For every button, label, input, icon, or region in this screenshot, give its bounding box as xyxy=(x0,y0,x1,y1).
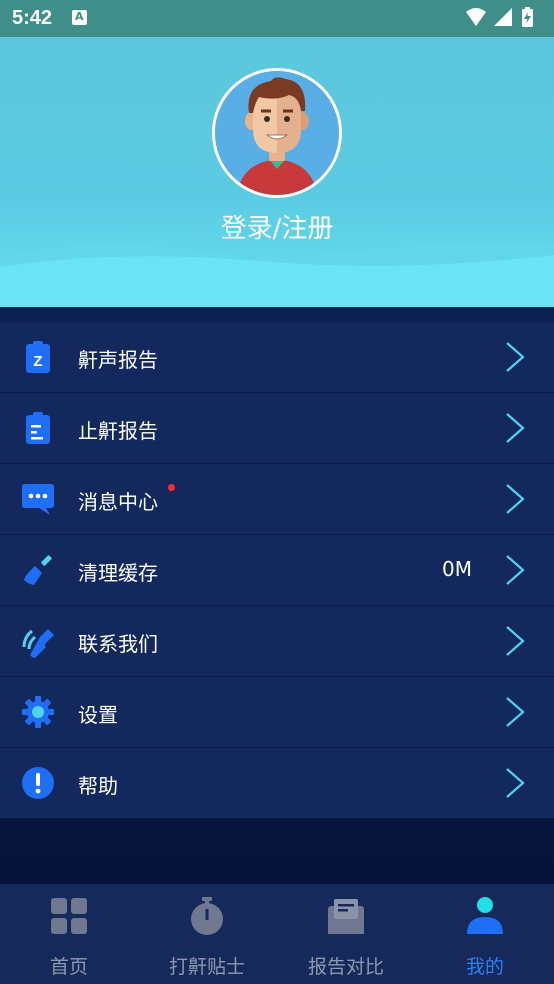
menu-item-label: 止鼾报告 xyxy=(78,419,158,443)
tab-snore-tips[interactable]: 打鼾贴士 xyxy=(138,884,276,984)
menu-item-settings[interactable]: 设置 xyxy=(0,677,554,748)
avatar-illustration xyxy=(215,71,339,195)
signal-icon xyxy=(494,8,512,26)
avatar[interactable] xyxy=(212,68,342,198)
chevron-right-icon xyxy=(506,697,525,727)
system-icons xyxy=(464,6,544,34)
notification-a-icon xyxy=(72,10,87,25)
broom-icon xyxy=(24,555,52,585)
help-icon xyxy=(22,767,54,799)
tab-home[interactable]: 首页 xyxy=(0,884,138,984)
menu-item-clear-cache[interactable]: 清理缓存 0M xyxy=(0,535,554,606)
menu-item-stop-snore-report[interactable]: 止鼾报告 xyxy=(0,393,554,464)
settings-menu: Z 鼾声报告 止鼾报告 消息中心 清理缓存 0M 联系我们 设置 帮助 xyxy=(0,322,554,819)
gear-icon xyxy=(22,696,54,728)
message-icon xyxy=(22,484,54,515)
grid-icon xyxy=(51,898,87,934)
menu-item-snore-report[interactable]: Z 鼾声报告 xyxy=(0,322,554,393)
tab-label: 打鼾贴士 xyxy=(168,956,245,978)
svg-text:Z: Z xyxy=(33,353,42,370)
unread-badge xyxy=(168,484,175,491)
chevron-right-icon xyxy=(506,626,525,656)
profile-header: 登录/注册 xyxy=(0,37,554,307)
battery-icon xyxy=(522,7,533,27)
chevron-right-icon xyxy=(506,342,525,372)
status-time: 5:42 xyxy=(12,7,53,29)
bottom-navigation: 首页 打鼾贴士 报告对比 我的 xyxy=(0,884,554,984)
menu-item-label: 清理缓存 xyxy=(78,561,158,585)
envelope-icon xyxy=(328,899,364,934)
stop-snore-report-icon xyxy=(26,412,50,444)
tab-report-compare[interactable]: 报告对比 xyxy=(277,884,415,984)
chevron-right-icon xyxy=(506,413,525,443)
login-register-link[interactable]: 登录/注册 xyxy=(0,208,554,245)
tab-label: 我的 xyxy=(465,956,504,978)
tab-label: 首页 xyxy=(49,956,88,978)
tab-label: 报告对比 xyxy=(307,956,384,978)
menu-item-label: 帮助 xyxy=(78,774,118,798)
status-bar: 5:42 xyxy=(0,0,554,37)
snore-report-icon: Z xyxy=(26,341,50,373)
menu-item-label: 联系我们 xyxy=(78,632,158,656)
menu-item-message-center[interactable]: 消息中心 xyxy=(0,464,554,535)
tab-mine[interactable]: 我的 xyxy=(416,884,554,984)
stopwatch-icon xyxy=(191,897,223,935)
wifi-icon xyxy=(466,8,486,26)
menu-item-help[interactable]: 帮助 xyxy=(0,748,554,819)
menu-item-label: 设置 xyxy=(78,703,118,727)
chevron-right-icon xyxy=(506,484,525,514)
menu-item-label: 鼾声报告 xyxy=(78,348,158,372)
chevron-right-icon xyxy=(506,768,525,798)
phone-icon xyxy=(22,629,54,658)
menu-item-contact-us[interactable]: 联系我们 xyxy=(0,606,554,677)
person-icon xyxy=(467,897,503,934)
menu-item-label: 消息中心 xyxy=(78,490,158,514)
chevron-right-icon xyxy=(506,555,525,585)
cache-size-value: 0M xyxy=(442,557,472,581)
